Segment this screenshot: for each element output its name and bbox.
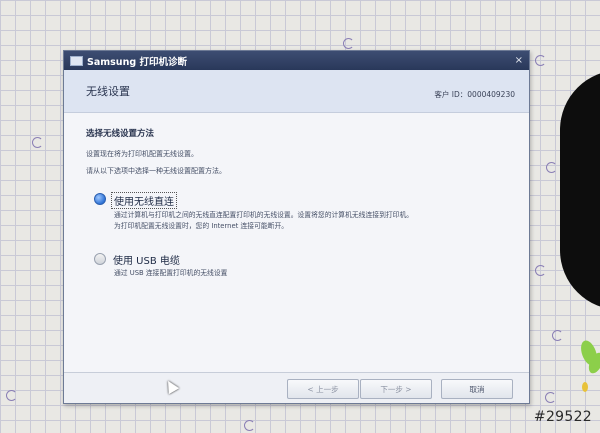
section-title: 选择无线设置方法 bbox=[86, 129, 155, 139]
background-swirl-icon bbox=[546, 162, 557, 173]
printer-icon bbox=[70, 55, 83, 66]
background-swirl-icon bbox=[535, 265, 546, 276]
option-label[interactable]: 使用无线直连 bbox=[111, 192, 177, 209]
diagnostic-window: Samsung 打印机诊断 × 无线设置 客户 ID：0000409230 选择… bbox=[63, 50, 530, 404]
background-swirl-icon bbox=[535, 55, 546, 66]
close-button[interactable]: × bbox=[515, 55, 523, 66]
option-description-line: 为打印机配置无线设置时，您的 Internet 连接可能断开。 bbox=[114, 221, 289, 230]
option-usb-cable[interactable]: 使用 USB 电缆 bbox=[94, 252, 507, 267]
wizard-content: 选择无线设置方法 设置现在将为打印机配置无线设置。 请从以下选项中选择一种无线设… bbox=[64, 113, 529, 278]
photo-tag: #29522 bbox=[533, 409, 592, 425]
radio-unselected-icon[interactable] bbox=[94, 253, 106, 265]
background-swirl-icon bbox=[552, 330, 563, 341]
option-description: 通过 USB 连接配置打印机的无线设置 bbox=[114, 269, 507, 278]
option-description-line: 通过计算机与打印机之间的无线直连配置打印机的无线设置。设置将您的计算机无线连接到… bbox=[114, 211, 414, 219]
option-description: 通过计算机与打印机之间的无线直连配置打印机的无线设置。设置将您的计算机无线连接到… bbox=[114, 211, 507, 230]
background-black-shape bbox=[560, 70, 600, 310]
description-line: 设置现在将为打印机配置无线设置。 bbox=[86, 150, 198, 158]
background-swirl-icon bbox=[32, 137, 43, 148]
cancel-button[interactable]: 取消 bbox=[441, 379, 513, 399]
header-band: 无线设置 客户 ID：0000409230 bbox=[64, 70, 529, 113]
background-leaf bbox=[582, 382, 588, 392]
background-swirl-icon bbox=[244, 420, 255, 431]
title-bar[interactable]: Samsung 打印机诊断 × bbox=[64, 51, 529, 70]
page-title: 无线设置 bbox=[86, 85, 130, 98]
option-wireless-direct[interactable]: 使用无线直连 bbox=[94, 192, 507, 209]
option-label[interactable]: 使用 USB 电缆 bbox=[111, 252, 182, 267]
button-bar: < 上一步 下一步 > 取消 bbox=[64, 372, 529, 403]
description-line: 请从以下选项中选择一种无线设置配置方法。 bbox=[86, 167, 226, 175]
radio-selected-icon[interactable] bbox=[94, 193, 106, 205]
previous-button[interactable]: < 上一步 bbox=[287, 379, 359, 399]
next-button[interactable]: 下一步 > bbox=[360, 379, 432, 399]
window-title: Samsung 打印机诊断 bbox=[87, 56, 187, 68]
background-swirl-icon bbox=[343, 38, 354, 49]
background-swirl-icon bbox=[545, 392, 556, 403]
background-swirl-icon bbox=[6, 390, 17, 401]
option-description-line: 通过 USB 连接配置打印机的无线设置 bbox=[114, 269, 228, 277]
customer-id: 客户 ID：0000409230 bbox=[434, 89, 515, 99]
